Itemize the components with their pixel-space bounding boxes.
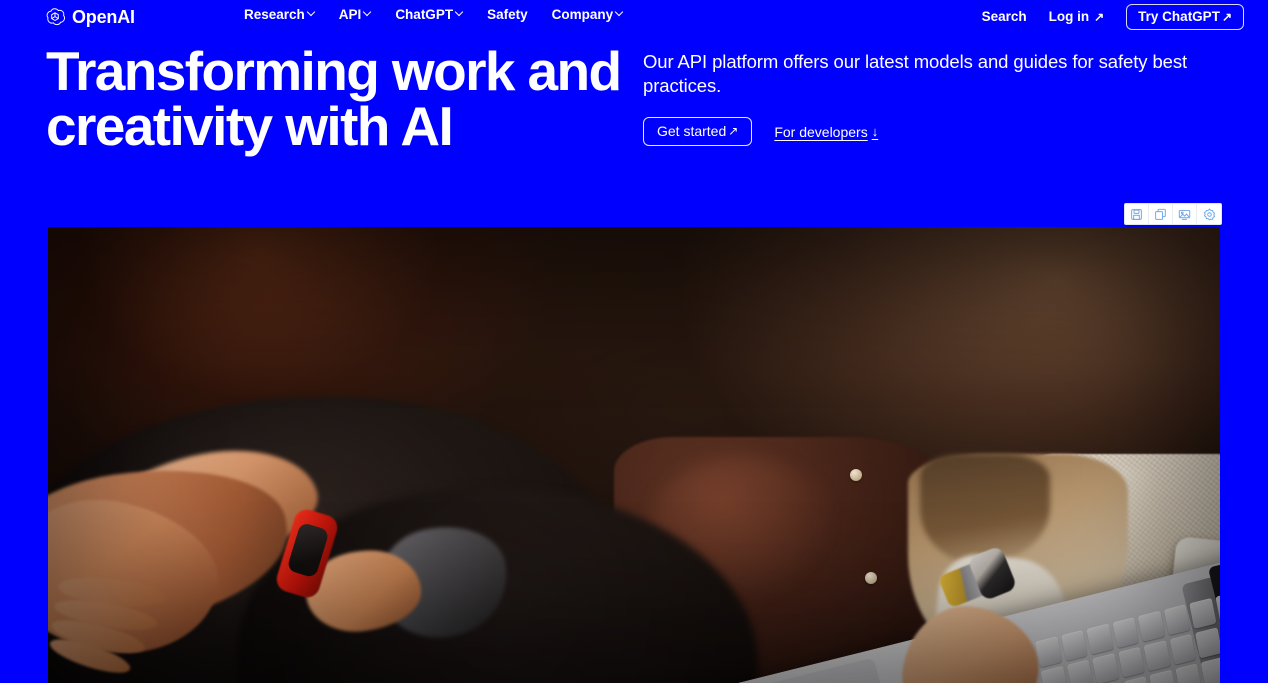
nav-item-company[interactable]: Company — [552, 8, 624, 22]
external-link-arrow-icon: ↗ — [1094, 10, 1105, 24]
try-chatgpt-button[interactable]: Try ChatGPT ↗ — [1126, 3, 1244, 31]
image-toolbar[interactable] — [1124, 203, 1222, 225]
nav-item-research[interactable]: Research — [244, 8, 315, 22]
hero-copy-block: Our API platform offers our latest model… — [643, 50, 1218, 146]
nav-item-chatgpt-label: ChatGPT — [395, 7, 454, 22]
search-link[interactable]: Search — [982, 10, 1027, 24]
get-started-label: Get started — [657, 123, 727, 139]
save-icon[interactable] — [1125, 204, 1149, 224]
hero-section: Transforming work and creativity with AI… — [0, 40, 1268, 212]
hero-description: Our API platform offers our latest model… — [643, 51, 1188, 96]
brand-logo-link[interactable]: OpenAI — [44, 5, 135, 29]
external-link-arrow-icon: ↗ — [1221, 9, 1232, 24]
login-link[interactable]: Log in ↗ — [1049, 10, 1105, 24]
hero-photo-canvas — [48, 227, 1220, 683]
for-developers-label: For developers — [774, 123, 868, 140]
nav-item-company-label: Company — [551, 7, 614, 22]
chevron-down-icon — [616, 9, 623, 16]
settings-gear-icon[interactable] — [1197, 204, 1221, 224]
page-title: Transforming work and creativity with AI — [46, 40, 622, 157]
external-link-arrow-icon: ↗ — [728, 124, 739, 138]
nav-item-research-label: Research — [244, 7, 305, 22]
hero-photo — [48, 227, 1220, 683]
copy-icon[interactable] — [1149, 204, 1173, 224]
nav-item-safety-label: Safety — [487, 7, 528, 22]
nav-item-safety[interactable]: Safety — [487, 8, 528, 22]
brand-name: OpenAI — [72, 7, 135, 27]
nav-item-api[interactable]: API — [339, 8, 372, 22]
top-navbar: OpenAI Research API ChatGPT Safety Compa… — [0, 0, 1268, 34]
nav-item-api-label: API — [338, 7, 362, 22]
get-started-button[interactable]: Get started ↗ — [643, 117, 753, 146]
nav-item-chatgpt[interactable]: ChatGPT — [395, 8, 463, 22]
for-developers-link[interactable]: For developers ↓ — [774, 125, 878, 139]
login-label: Log in — [1048, 9, 1090, 25]
search-label: Search — [981, 9, 1027, 25]
chevron-down-icon — [364, 9, 371, 16]
hero-actions: Get started ↗ For developers ↓ — [643, 117, 1218, 146]
arrow-down-icon: ↓ — [871, 124, 879, 139]
openai-logo-icon — [44, 6, 66, 28]
try-chatgpt-label: Try ChatGPT — [1138, 8, 1220, 24]
image-icon[interactable] — [1173, 204, 1197, 224]
chevron-down-icon — [456, 9, 463, 16]
chevron-down-icon — [308, 9, 315, 16]
nav-actions: Search Log in ↗ Try ChatGPT ↗ — [982, 3, 1244, 31]
primary-nav: Research API ChatGPT Safety Company — [244, 8, 623, 22]
